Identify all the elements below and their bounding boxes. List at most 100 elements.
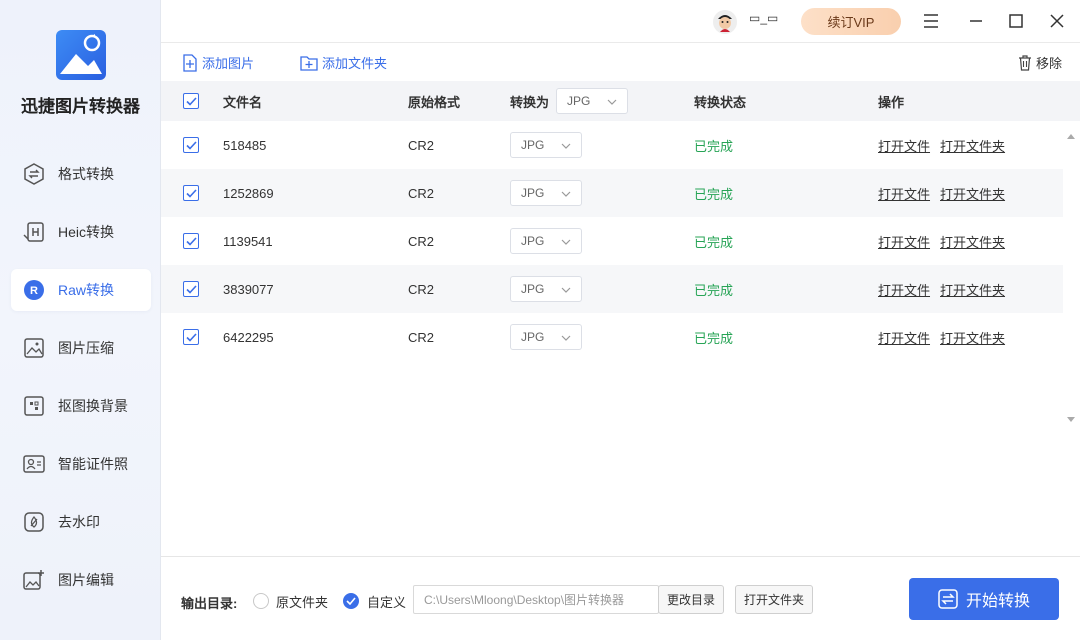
output-bar: 输出目录: 原文件夹 自定义 更改目录 打开文件夹 开始转换 [161, 556, 1080, 640]
conversion-status: 已完成 [694, 234, 734, 250]
chevron-down-icon [561, 284, 571, 298]
row-checkbox[interactable] [183, 185, 199, 201]
avatar[interactable] [713, 10, 737, 34]
title-bar: ▭_▭ 续订VIP [161, 0, 1080, 42]
maximize-icon[interactable] [1006, 11, 1026, 31]
file-name: 1252869 [223, 185, 274, 201]
username: ▭_▭ [749, 11, 779, 25]
table-row: 3839077 CR2 JPG 已完成 打开文件 打开文件夹 [161, 265, 1063, 313]
convert-to-select[interactable]: JPG [510, 228, 582, 254]
conversion-status: 已完成 [694, 282, 734, 298]
table-row: 518485 CR2 JPG 已完成 打开文件 打开文件夹 [161, 121, 1063, 169]
add-image-label: 添加图片 [202, 56, 255, 71]
conversion-status: 已完成 [694, 138, 734, 154]
convert-to-select[interactable]: JPG [510, 180, 582, 206]
convert-to-value: JPG [521, 282, 545, 296]
toolbar: 添加图片 添加文件夹 移除 [161, 42, 1080, 80]
chevron-down-icon [561, 140, 571, 154]
raw-icon: R [22, 278, 46, 302]
image-edit-icon [22, 568, 46, 592]
sidebar-item-raw[interactable]: R Raw转换 [11, 269, 151, 311]
scroll-down-icon[interactable] [1067, 411, 1075, 426]
header-filename: 文件名 [223, 94, 263, 110]
sidebar-item-image-edit[interactable]: 图片编辑 [11, 559, 151, 601]
change-dir-button[interactable]: 更改目录 [658, 585, 724, 614]
conversion-status: 已完成 [694, 186, 734, 202]
app-title: 迅捷图片转换器 [21, 97, 140, 116]
row-actions: 打开文件 打开文件夹 [878, 280, 1015, 299]
chevron-down-icon [561, 236, 571, 250]
output-dir-label: 输出目录: [181, 596, 238, 611]
radio-custom[interactable] [343, 593, 359, 609]
svg-text:R: R [30, 285, 38, 297]
open-folder-link[interactable]: 打开文件夹 [940, 139, 1005, 154]
start-convert-button[interactable]: 开始转换 [909, 578, 1059, 620]
convert-to-select[interactable]: JPG [510, 324, 582, 350]
renew-vip-button[interactable]: 续订VIP [801, 8, 901, 35]
add-folder-button[interactable]: 添加文件夹 [300, 53, 387, 72]
header-convert-to: 转换为 [510, 94, 550, 110]
original-format: CR2 [408, 329, 435, 345]
minimize-icon[interactable] [966, 11, 986, 31]
sidebar-item-watermark[interactable]: 去水印 [11, 501, 151, 543]
sidebar-item-label: Raw转换 [58, 282, 115, 298]
sidebar-item-label: 图片压缩 [58, 340, 114, 356]
add-image-button[interactable]: 添加图片 [182, 53, 254, 72]
id-photo-icon [22, 452, 46, 476]
sidebar-item-label: 图片编辑 [58, 572, 114, 588]
close-icon[interactable] [1047, 11, 1067, 31]
row-checkbox[interactable] [183, 329, 199, 345]
open-folder-link[interactable]: 打开文件夹 [940, 283, 1005, 298]
table-row: 1252869 CR2 JPG 已完成 打开文件 打开文件夹 [161, 169, 1063, 217]
sidebar-nav: 格式转换 Heic转换 R Raw转换 图片压缩 抠图换背景 智能证件照 去水印… [11, 153, 151, 617]
table-header: 文件名 原始格式 转换为 JPG 转换状态 操作 [161, 81, 1080, 121]
open-file-link[interactable]: 打开文件 [878, 235, 930, 250]
sidebar-item-heic[interactable]: Heic转换 [11, 211, 151, 253]
sidebar-item-label: Heic转换 [58, 224, 115, 240]
file-table: 518485 CR2 JPG 已完成 打开文件 打开文件夹 1252869 CR2… [161, 121, 1063, 361]
scroll-up-icon[interactable] [1067, 127, 1075, 142]
sidebar-item-label: 去水印 [58, 514, 100, 530]
select-all-checkbox[interactable] [183, 93, 199, 109]
convert-to-value: JPG [521, 234, 545, 248]
convert-all-select[interactable]: JPG [556, 88, 628, 114]
row-checkbox[interactable] [183, 281, 199, 297]
remove-button[interactable]: 移除 [1018, 53, 1062, 72]
convert-to-select[interactable]: JPG [510, 276, 582, 302]
convert-to-select[interactable]: JPG [510, 132, 582, 158]
open-file-link[interactable]: 打开文件 [878, 331, 930, 346]
open-folder-button[interactable]: 打开文件夹 [735, 585, 813, 614]
row-checkbox[interactable] [183, 137, 199, 153]
open-folder-link[interactable]: 打开文件夹 [940, 331, 1005, 346]
sidebar-item-compress[interactable]: 图片压缩 [11, 327, 151, 369]
row-checkbox[interactable] [183, 233, 199, 249]
format-convert-icon [22, 162, 46, 186]
open-file-link[interactable]: 打开文件 [878, 283, 930, 298]
open-folder-link[interactable]: 打开文件夹 [940, 187, 1005, 202]
file-name: 3839077 [223, 281, 274, 297]
open-file-link[interactable]: 打开文件 [878, 187, 930, 202]
sidebar-item-label: 抠图换背景 [58, 398, 128, 414]
convert-all-value: JPG [567, 94, 591, 108]
original-format: CR2 [408, 185, 435, 201]
watermark-icon [22, 510, 46, 534]
add-folder-icon [300, 55, 318, 71]
open-folder-link[interactable]: 打开文件夹 [940, 235, 1005, 250]
header-actions: 操作 [878, 94, 905, 110]
file-name: 518485 [223, 137, 267, 153]
row-actions: 打开文件 打开文件夹 [878, 136, 1015, 155]
open-file-link[interactable]: 打开文件 [878, 139, 930, 154]
convert-icon [938, 589, 958, 609]
start-convert-label: 开始转换 [965, 593, 1030, 610]
output-path-input[interactable] [413, 585, 659, 614]
remove-label: 移除 [1035, 56, 1062, 71]
radio-original-folder[interactable] [253, 593, 269, 609]
sidebar-item-id-photo[interactable]: 智能证件照 [11, 443, 151, 485]
menu-icon[interactable] [921, 11, 941, 31]
header-status: 转换状态 [694, 94, 747, 110]
header-original-format: 原始格式 [408, 94, 461, 110]
sidebar-item-cutout[interactable]: 抠图换背景 [11, 385, 151, 427]
sidebar-item-format-convert[interactable]: 格式转换 [11, 153, 151, 195]
trash-icon [1018, 54, 1032, 71]
table-scrollbar[interactable] [1063, 121, 1080, 426]
